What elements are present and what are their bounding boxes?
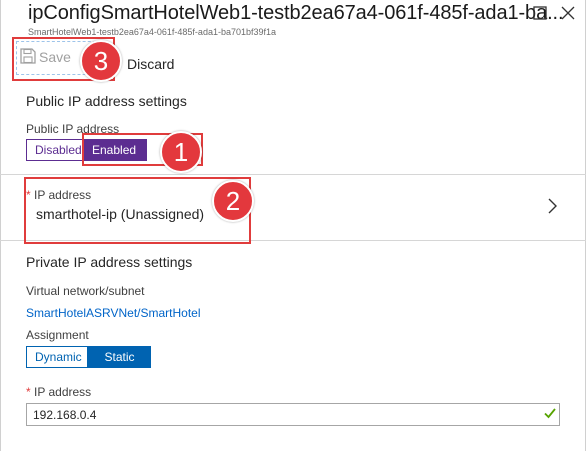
maximize-icon[interactable] — [531, 4, 549, 22]
public-ip-disabled-option[interactable]: Disabled — [26, 139, 83, 161]
checkmark-icon — [544, 408, 556, 419]
callout-badge-2: 2 — [212, 180, 254, 222]
floppy-disk-icon — [20, 48, 36, 64]
assignment-label: Assignment — [26, 328, 89, 342]
callout-badge-3: 3 — [80, 40, 122, 82]
public-ip-heading: Public IP address settings — [26, 93, 187, 109]
assignment-dynamic-option[interactable]: Dynamic — [26, 346, 88, 368]
assignment-static-option[interactable]: Static — [88, 346, 151, 368]
blade-title: ipConfigSmartHotelWeb1-testb2ea67a4-061f… — [28, 2, 564, 24]
private-ip-address-label-text: IP address — [34, 385, 92, 399]
chevron-right-icon[interactable] — [545, 196, 559, 216]
private-ip-address-input[interactable]: 192.168.0.4 — [26, 403, 560, 426]
blade-subtitle: SmartHotelWeb1-testb2ea67a4-061f-485f-ad… — [28, 27, 277, 37]
assignment-toggle: Dynamic Static — [26, 346, 151, 368]
vnet-label: Virtual network/subnet — [26, 284, 145, 298]
callout-badge-1: 1 — [160, 131, 202, 173]
vnet-link[interactable]: SmartHotelASRVNet/SmartHotel — [26, 306, 201, 320]
private-ip-address-label: * IP address — [26, 385, 91, 399]
private-ip-heading: Private IP address settings — [26, 254, 193, 270]
required-marker-private: * — [26, 385, 31, 399]
close-icon[interactable] — [559, 4, 577, 22]
discard-button[interactable]: Discard — [127, 56, 174, 72]
save-label: Save — [39, 49, 71, 65]
